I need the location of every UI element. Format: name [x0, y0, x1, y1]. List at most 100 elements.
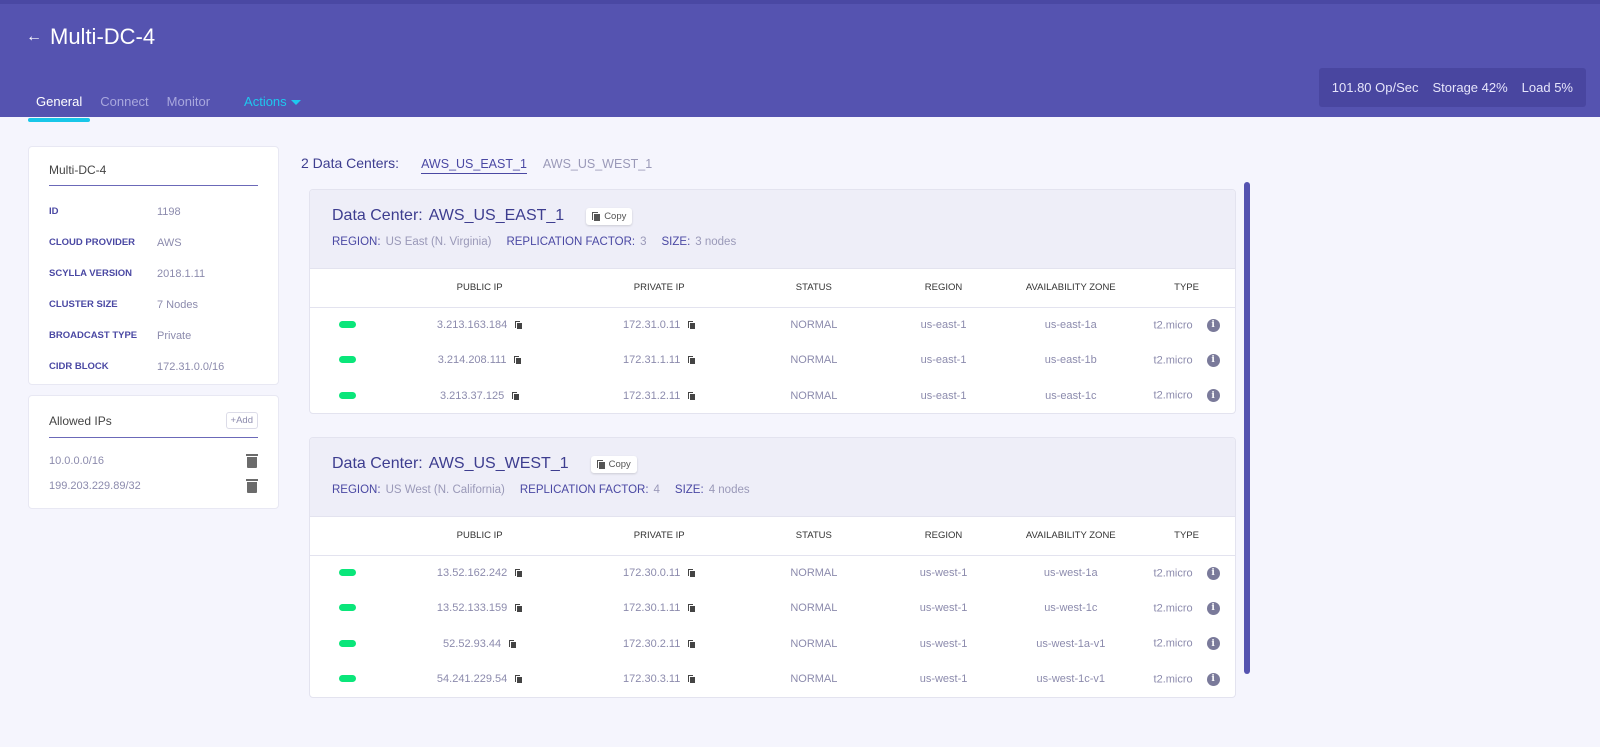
type-cell: t2.micro i — [1138, 662, 1235, 698]
table-row: 13.52.162.242 172.30.0.11 NORMAL us-west… — [310, 555, 1235, 591]
status-indicator — [338, 675, 356, 683]
info-value: 7 Nodes — [157, 298, 198, 311]
dc-title-label: Data Center: — [332, 455, 423, 472]
availability-zone: us-west-1c — [1044, 602, 1098, 615]
region-value: US East (N. Virginia) — [385, 236, 492, 248]
info-value: 172.31.0.0/16 — [157, 360, 225, 373]
column-header: PRIVATE IP — [574, 269, 744, 308]
status-cell — [310, 307, 385, 343]
info-icon[interactable]: i — [1206, 389, 1220, 403]
public-ip: 3.213.37.125 — [439, 389, 505, 402]
info-value: Private — [157, 329, 192, 342]
trash-icon[interactable] — [246, 453, 258, 468]
private-ip-cell: 172.31.1.11 — [574, 343, 744, 379]
info-row: CIDR BLOCK 172.31.0.0/16 — [49, 351, 258, 382]
scrollbar[interactable] — [1244, 182, 1250, 674]
instance-type: t2.micro — [1153, 318, 1193, 331]
allowed-ips-header: Allowed IPs +Add — [49, 412, 258, 438]
private-ip: 172.30.3.11 — [623, 673, 681, 686]
status-indicator — [338, 356, 356, 364]
size-label: SIZE: — [661, 236, 691, 248]
table-row: 52.52.93.44 172.30.2.11 NORMAL us-west-1… — [310, 626, 1235, 662]
status-cell — [310, 662, 385, 698]
private-ip-cell: 172.30.3.11 — [574, 662, 744, 698]
region: us-west-1 — [919, 602, 968, 615]
instance-type: t2.micro — [1153, 637, 1193, 650]
cluster-info-list: ID 1198 CLOUD PROVIDER AWS SCYLLA VERSION 201… — [49, 196, 258, 382]
instance-type: t2.micro — [1153, 354, 1193, 367]
column-header: AVAILABILITY ZONE — [1003, 269, 1139, 308]
tab-connect[interactable]: Connect — [92, 88, 156, 121]
tab-monitor[interactable]: Monitor — [159, 88, 218, 121]
copy-icon[interactable] — [688, 604, 696, 613]
copy-icon[interactable] — [688, 675, 696, 684]
column-header: REGION — [883, 517, 1004, 556]
private-ip-cell: 172.31.2.11 — [574, 378, 744, 413]
column-header: AVAILABILITY ZONE — [1003, 517, 1139, 556]
region: us-west-1 — [919, 567, 968, 579]
column-header — [310, 517, 385, 556]
tab-general[interactable]: General — [28, 88, 91, 122]
table-header-row: PUBLIC IP PRIVATE IP STATUS REGION AVAILABIL… — [310, 517, 1235, 556]
info-row: CLOUD PROVIDER AWS — [49, 227, 258, 258]
instance-type: t2.micro — [1153, 602, 1193, 615]
status: NORMAL — [790, 389, 838, 402]
info-icon[interactable]: i — [1206, 353, 1220, 367]
copy-icon[interactable] — [688, 391, 696, 400]
copy-icon[interactable] — [688, 639, 696, 648]
dc-title-label: Data Center: — [332, 207, 423, 224]
actions-label: Actions — [244, 94, 287, 109]
copy-icon[interactable] — [509, 639, 517, 648]
copy-icon[interactable] — [514, 356, 522, 365]
availability-zone: us-west-1a — [1043, 567, 1098, 579]
private-ip-cell: 172.30.2.11 — [574, 626, 744, 662]
info-icon[interactable]: i — [1206, 637, 1220, 651]
copy-icon[interactable] — [688, 569, 696, 578]
public-ip: 13.52.133.159 — [436, 602, 508, 615]
rf-label: REPLICATION FACTOR: — [506, 236, 636, 248]
private-ip-cell: 172.30.1.11 — [574, 591, 744, 627]
copy-icon[interactable] — [515, 321, 523, 330]
private-ip: 172.31.2.11 — [623, 389, 681, 402]
allowed-ips-card: Allowed IPs +Add 10.0.0.0/16 199.203.229.… — [28, 395, 279, 509]
copy-icon[interactable] — [515, 569, 523, 578]
column-header: PUBLIC IP — [384, 269, 575, 308]
info-icon[interactable]: i — [1206, 672, 1220, 686]
public-ip-cell: 13.52.133.159 — [385, 591, 575, 627]
add-ip-button[interactable]: +Add — [225, 412, 258, 429]
info-icon[interactable]: i — [1206, 566, 1220, 580]
status-cell — [310, 378, 385, 413]
info-label: CLUSTER SIZE — [49, 299, 118, 310]
status-cell — [310, 591, 385, 627]
private-ip: 172.30.1.11 — [623, 602, 681, 615]
allowed-ip-value: 10.0.0.0/16 — [49, 454, 105, 467]
status-indicator — [338, 391, 356, 399]
copy-icon[interactable] — [688, 321, 696, 330]
region: us-east-1 — [920, 354, 967, 367]
dc-tab-us-east-1[interactable]: AWS_US_EAST_1 — [421, 157, 527, 174]
type-cell: t2.micro i — [1138, 591, 1235, 627]
copy-icon[interactable] — [515, 675, 523, 684]
copy-icon[interactable] — [515, 604, 523, 613]
ops-stat: 101.80 Op/Sec — [1331, 80, 1419, 95]
copy-icon[interactable] — [688, 356, 696, 365]
info-icon[interactable]: i — [1206, 601, 1220, 615]
column-header: PUBLIC IP — [384, 517, 575, 556]
public-ip-cell: 3.213.163.184 — [385, 307, 575, 343]
caret-down-icon — [290, 100, 301, 106]
arrow-left-icon[interactable]: ← — [26, 28, 42, 46]
copy-icon[interactable] — [512, 391, 520, 400]
info-icon[interactable]: i — [1206, 318, 1220, 332]
load-stat: Load 5% — [1521, 80, 1573, 95]
info-label: CLOUD PROVIDER — [49, 237, 136, 248]
dc-tab-us-west-1[interactable]: AWS_US_WEST_1 — [543, 157, 652, 173]
status: NORMAL — [790, 319, 838, 331]
table-row: 13.52.133.159 172.30.1.11 NORMAL us-west… — [310, 591, 1235, 627]
cluster-stats: 101.80 Op/Sec Storage 42% Load 5% — [1318, 68, 1586, 107]
copy-button[interactable]: Copy — [590, 455, 637, 473]
actions-dropdown[interactable]: Actions — [236, 88, 309, 121]
copy-button[interactable]: Copy — [586, 207, 633, 225]
info-label: SCYLLA VERSION — [49, 268, 133, 279]
size-label: SIZE: — [674, 484, 704, 496]
trash-icon[interactable] — [246, 478, 258, 493]
